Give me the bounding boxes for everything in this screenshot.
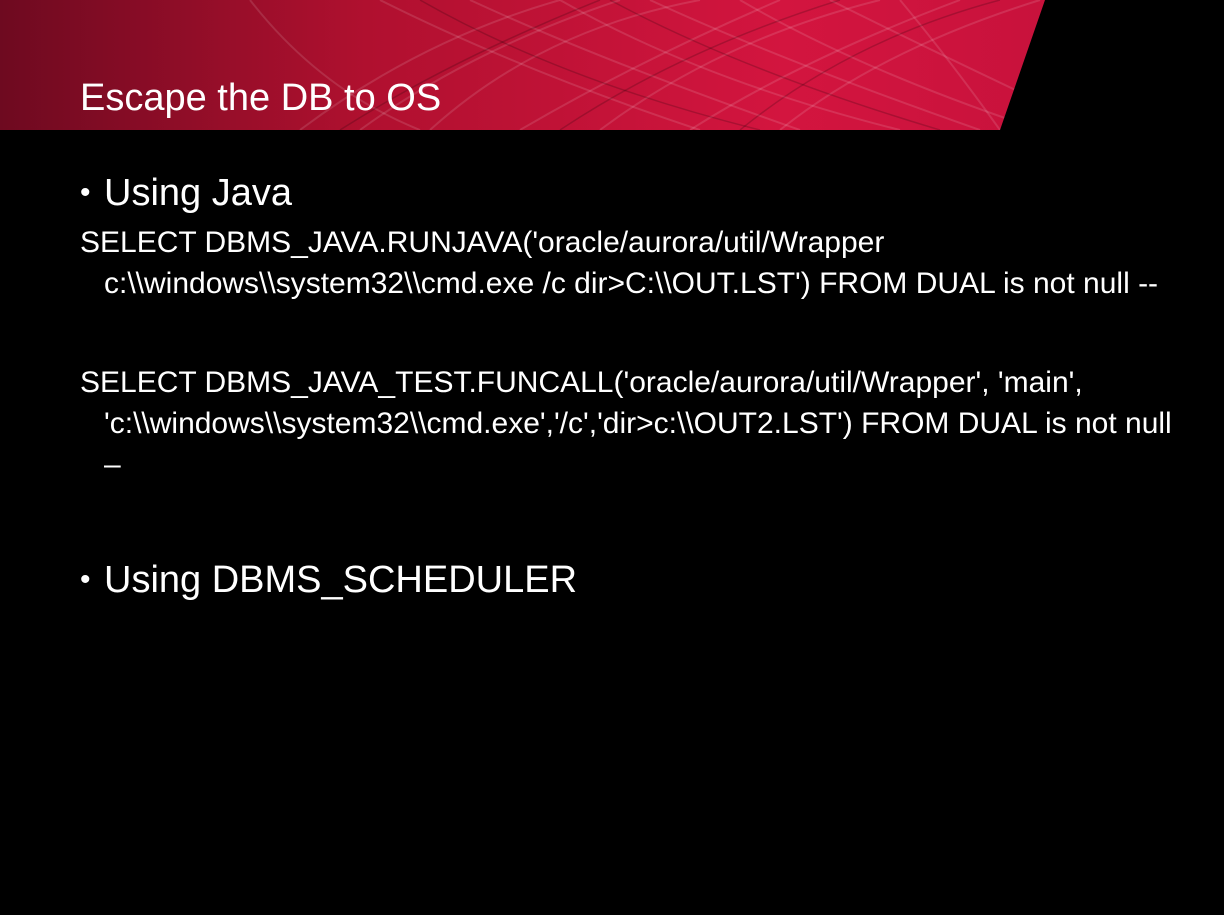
slide: Escape the DB to OS • Using Java SELECT …: [0, 0, 1224, 915]
code-block-runjava: SELECT DBMS_JAVA.RUNJAVA('oracle/aurora/…: [80, 226, 1159, 300]
bullet-using-java: • Using Java: [80, 170, 1180, 216]
bullet-text: Using DBMS_SCHEDULER: [104, 559, 578, 601]
bullet-dot-icon: •: [80, 176, 91, 209]
slide-title: Escape the DB to OS: [80, 77, 442, 119]
bullet-using-dbms-scheduler: • Using DBMS_SCHEDULER: [80, 557, 1180, 603]
bullet-dot-icon: •: [80, 563, 91, 596]
slide-content: • Using Java SELECT DBMS_JAVA.RUNJAVA('o…: [80, 170, 1180, 603]
bullet-text: Using Java: [104, 172, 292, 214]
code-block-funcall: SELECT DBMS_JAVA_TEST.FUNCALL('oracle/au…: [80, 366, 1172, 481]
